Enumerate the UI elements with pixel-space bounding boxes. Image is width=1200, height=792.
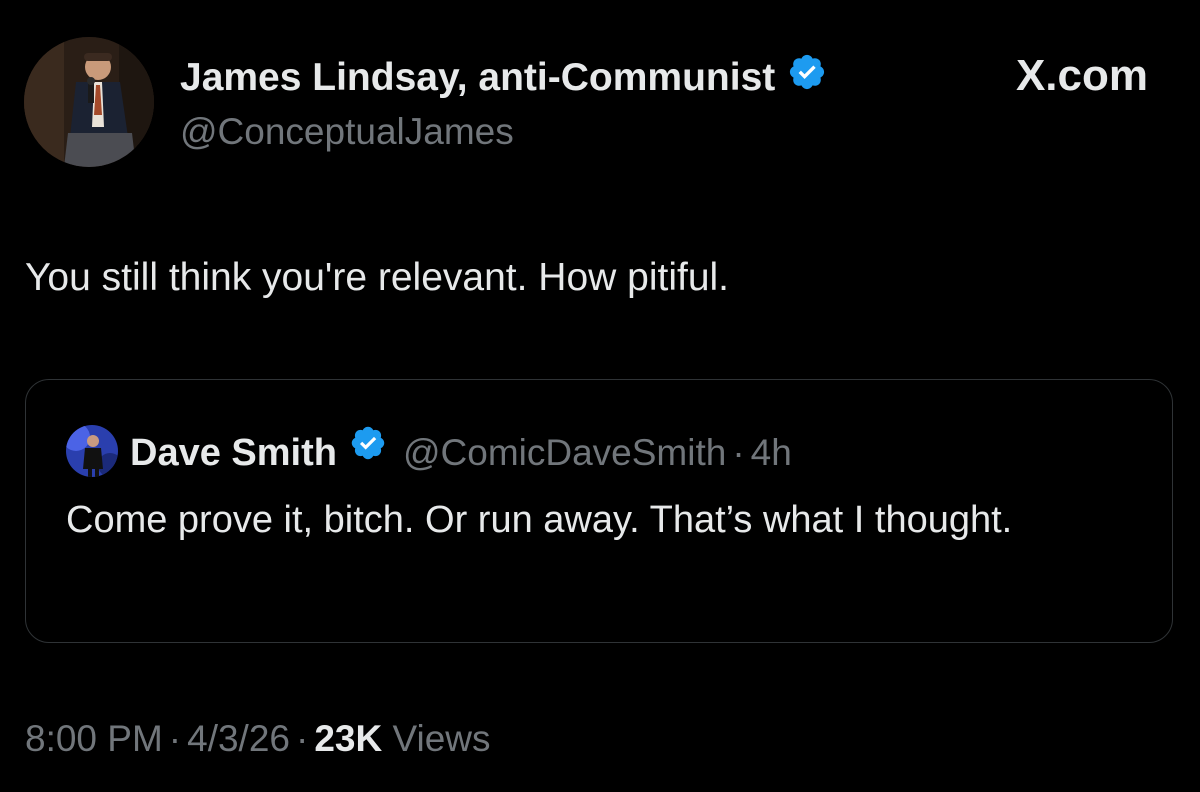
views-label: Views xyxy=(392,718,491,759)
views-count[interactable]: 23K xyxy=(314,718,382,759)
quoted-tweet-header: Dave Smith @ComicDaveSmith · 4h xyxy=(130,424,792,481)
tweet-date[interactable]: 4/3/26 xyxy=(187,718,290,759)
quoted-tweet-time[interactable]: 4h xyxy=(751,430,792,476)
quoted-author-avatar[interactable] xyxy=(66,425,118,477)
author-handle[interactable]: @ConceptualJames xyxy=(180,110,514,154)
tweet-meta: 8:00 PM · 4/3/26 · 23K Views xyxy=(25,715,491,763)
tweet-text: You still think you're relevant. How pit… xyxy=(25,256,730,299)
tweet-time[interactable]: 8:00 PM xyxy=(25,718,163,759)
quoted-author-handle[interactable]: @ComicDaveSmith xyxy=(403,430,726,476)
quoted-tweet-card[interactable]: Dave Smith @ComicDaveSmith · 4h Come pro… xyxy=(25,379,1173,643)
author-avatar[interactable] xyxy=(24,37,154,167)
separator-dot: · xyxy=(296,718,309,759)
separator-dot: · xyxy=(168,718,182,759)
separator-dot: · xyxy=(732,431,745,473)
verified-badge-icon xyxy=(787,52,827,103)
author-name[interactable]: James Lindsay, anti-Communist xyxy=(180,55,775,101)
quoted-author-name[interactable]: Dave Smith xyxy=(130,430,337,476)
verified-badge-icon xyxy=(349,424,387,481)
author-name-row[interactable]: James Lindsay, anti-Communist xyxy=(180,52,827,103)
brand-logo: X.com xyxy=(1015,51,1148,100)
quoted-tweet-text: Come prove it, bitch. Or run away. That’… xyxy=(66,499,1013,541)
